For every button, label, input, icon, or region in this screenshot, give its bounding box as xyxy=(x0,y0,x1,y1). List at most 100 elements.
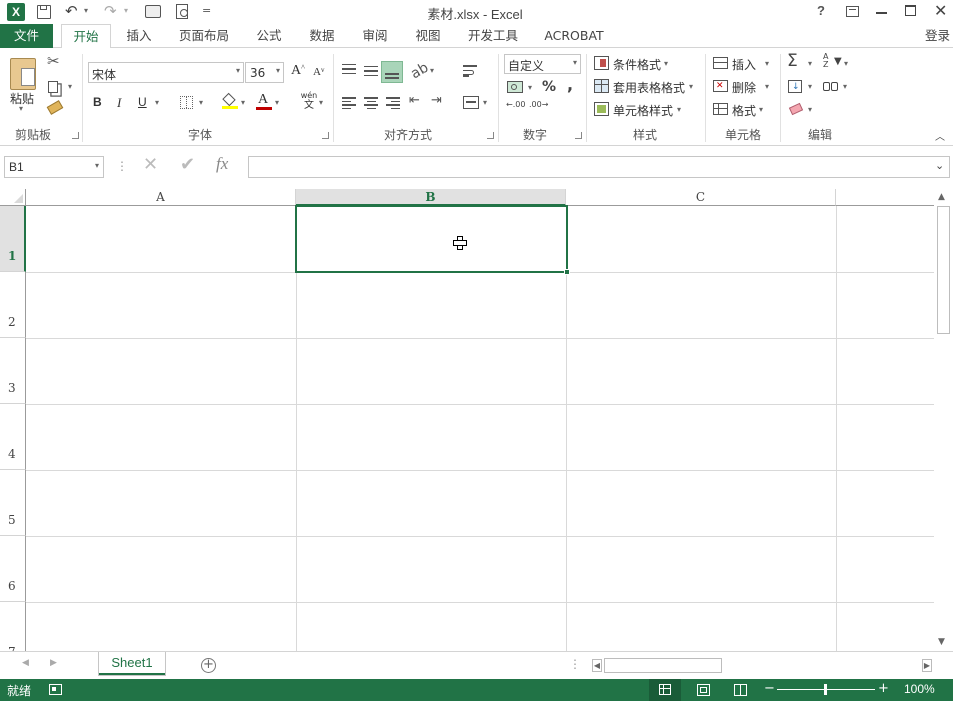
underline-dropdown-icon[interactable]: ▾ xyxy=(155,98,159,107)
row-header-4[interactable]: 4 xyxy=(0,404,26,470)
format-as-table-dropdown-icon[interactable]: ▾ xyxy=(689,82,693,91)
fill-color-icon[interactable] xyxy=(222,92,238,109)
number-format-dropdown-icon[interactable]: ▾ xyxy=(573,58,577,67)
delete-cells-dropdown-icon[interactable]: ▾ xyxy=(765,82,769,91)
minimize-icon[interactable] xyxy=(876,12,887,14)
close-icon[interactable]: ✕ xyxy=(934,1,947,20)
clear-icon[interactable] xyxy=(788,102,804,116)
increase-indent-icon[interactable]: ⇥ xyxy=(431,93,442,108)
accounting-dropdown-icon[interactable]: ▾ xyxy=(528,83,532,92)
phonetic-icon[interactable]: wén 文 xyxy=(298,91,320,113)
align-right-icon[interactable] xyxy=(386,97,400,109)
undo-dropdown-icon[interactable]: ▾ xyxy=(84,6,88,15)
zoom-in-icon[interactable]: + xyxy=(878,681,889,696)
tab-file[interactable]: 文件 xyxy=(0,24,53,48)
align-middle-icon[interactable] xyxy=(364,66,378,76)
accounting-format-icon[interactable] xyxy=(507,81,523,93)
font-name-dropdown-icon[interactable]: ▾ xyxy=(236,66,240,75)
conditional-format-icon[interactable] xyxy=(594,56,609,70)
phonetic-dropdown-icon[interactable]: ▾ xyxy=(319,98,323,107)
normal-view-icon[interactable] xyxy=(649,679,681,701)
page-layout-view-icon[interactable] xyxy=(697,684,710,696)
row-header-6[interactable]: 6 xyxy=(0,536,26,602)
column-header-d[interactable] xyxy=(836,189,934,206)
name-box-dropdown-icon[interactable]: ▾ xyxy=(95,161,99,170)
new-sheet-icon[interactable]: + xyxy=(201,658,216,673)
insert-function-icon[interactable]: fx xyxy=(216,154,228,174)
login-link[interactable]: 登录 xyxy=(925,24,953,48)
vertical-scroll-thumb[interactable] xyxy=(937,206,950,334)
insert-cells-button[interactable]: 插入 xyxy=(732,56,756,73)
format-cells-icon[interactable] xyxy=(713,103,728,115)
fill-dropdown-icon[interactable]: ▾ xyxy=(808,82,812,91)
row-header-3[interactable]: 3 xyxy=(0,338,26,404)
format-cells-button[interactable]: 格式 xyxy=(732,102,756,119)
percent-button[interactable]: % xyxy=(542,79,556,95)
clipboard-launcher-icon[interactable] xyxy=(72,132,79,139)
conditional-format-dropdown-icon[interactable]: ▾ xyxy=(664,59,668,68)
scroll-up-icon[interactable]: ▲ xyxy=(938,192,945,202)
maximize-icon[interactable] xyxy=(905,5,916,16)
clear-dropdown-icon[interactable]: ▾ xyxy=(808,105,812,114)
save-icon[interactable] xyxy=(37,5,51,19)
copy-dropdown-icon[interactable]: ▾ xyxy=(68,82,72,91)
formula-input[interactable] xyxy=(248,156,950,178)
page-break-view-icon[interactable] xyxy=(734,684,747,696)
print-icon[interactable] xyxy=(145,5,161,18)
cell-styles-dropdown-icon[interactable]: ▾ xyxy=(677,105,681,114)
row-header-5[interactable]: 5 xyxy=(0,470,26,536)
cell-styles-button[interactable]: 单元格样式 xyxy=(613,102,673,119)
font-launcher-icon[interactable] xyxy=(322,132,329,139)
cancel-entry-icon[interactable]: ✕ xyxy=(143,154,158,175)
sheet-scroll-left-icon[interactable]: ◀ xyxy=(22,658,29,668)
vertical-scrollbar[interactable]: ▲ ▼ xyxy=(934,189,953,651)
find-select-icon[interactable] xyxy=(823,79,839,92)
number-launcher-icon[interactable] xyxy=(575,132,582,139)
grow-font-icon[interactable]: A^ xyxy=(291,63,305,79)
column-header-c[interactable]: C xyxy=(566,189,836,206)
print-preview-icon[interactable] xyxy=(176,4,188,19)
insert-cells-dropdown-icon[interactable]: ▾ xyxy=(765,59,769,68)
tab-insert[interactable]: 插入 xyxy=(118,24,160,48)
font-color-icon[interactable]: A xyxy=(256,92,272,110)
horizontal-scrollbar[interactable]: ◀ ▶ xyxy=(590,658,934,673)
row-header-2[interactable]: 2 xyxy=(0,272,26,338)
shrink-font-icon[interactable]: Av xyxy=(313,66,324,78)
zoom-level[interactable]: 100% xyxy=(904,682,935,696)
fill-color-dropdown-icon[interactable]: ▾ xyxy=(241,98,245,107)
italic-button[interactable]: I xyxy=(117,95,121,111)
qat-customize-icon[interactable]: = xyxy=(202,4,211,17)
autosum-dropdown-icon[interactable]: ▾ xyxy=(808,59,812,68)
underline-button[interactable]: U xyxy=(138,95,147,109)
orientation-dropdown-icon[interactable]: ▾ xyxy=(430,66,434,75)
redo-icon[interactable]: ↷ xyxy=(104,2,117,20)
tab-formulas[interactable]: 公式 xyxy=(248,24,290,48)
scroll-left-icon[interactable]: ◀ xyxy=(592,659,602,672)
paste-dropdown-icon[interactable]: ▾ xyxy=(19,104,23,113)
copy-icon[interactable] xyxy=(48,81,58,93)
row-header-1[interactable]: 1 xyxy=(0,206,26,272)
tab-acrobat[interactable]: ACROBAT xyxy=(538,24,610,48)
border-dropdown-icon[interactable]: ▾ xyxy=(199,98,203,107)
sort-arrow-icon[interactable]: ▼ xyxy=(834,56,842,67)
paste-icon[interactable] xyxy=(10,58,36,90)
worksheet-grid[interactable]: A B C 1 2 3 4 5 6 7 xyxy=(0,189,934,651)
redo-dropdown-icon[interactable]: ▾ xyxy=(124,6,128,15)
number-format-box[interactable]: 自定义 ▾ xyxy=(504,54,581,74)
column-header-b[interactable]: B xyxy=(296,189,566,206)
name-box[interactable]: B1 ▾ xyxy=(4,156,104,178)
tab-home[interactable]: 开始 xyxy=(61,24,111,49)
tab-data[interactable]: 数据 xyxy=(301,24,343,48)
select-all-corner[interactable] xyxy=(0,189,26,206)
sheet-splitter-icon[interactable]: ⋮ xyxy=(569,657,581,671)
align-top-icon[interactable] xyxy=(342,64,356,74)
font-size-dropdown-icon[interactable]: ▾ xyxy=(276,66,280,75)
zoom-slider-thumb[interactable] xyxy=(824,684,827,695)
scroll-right-icon[interactable]: ▶ xyxy=(922,659,932,672)
sheet-scroll-right-icon[interactable]: ▶ xyxy=(50,658,57,668)
fill-icon[interactable]: ↓ xyxy=(788,80,802,93)
comma-button[interactable]: , xyxy=(567,75,573,94)
ribbon-display-icon[interactable] xyxy=(846,6,859,17)
font-color-dropdown-icon[interactable]: ▾ xyxy=(275,98,279,107)
delete-cells-icon[interactable]: ✕ xyxy=(713,80,728,92)
